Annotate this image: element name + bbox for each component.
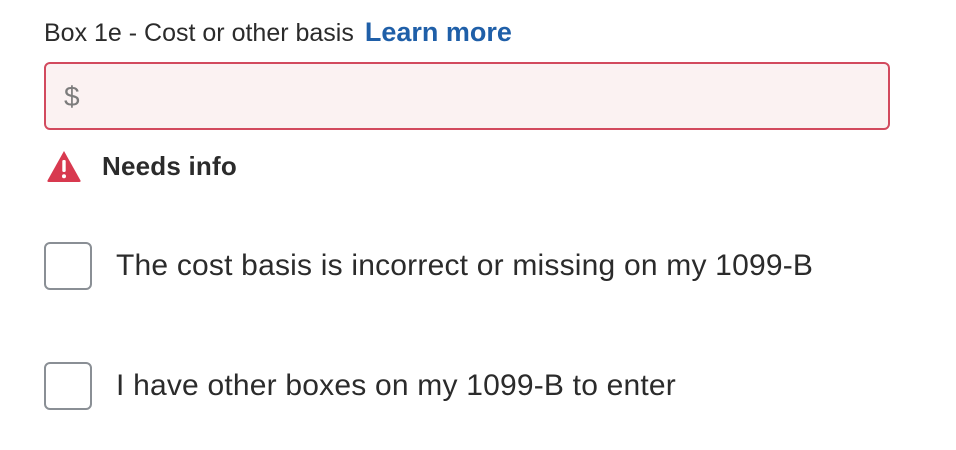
error-message-row: Needs info	[46, 148, 237, 184]
cost-basis-input-box[interactable]: $	[44, 62, 890, 130]
option-other-boxes[interactable]: I have other boxes on my 1099-B to enter	[44, 362, 676, 410]
learn-more-link[interactable]: Learn more	[365, 17, 512, 47]
field-label-row: Box 1e - Cost or other basis Learn more	[44, 14, 512, 51]
option-cost-basis-incorrect[interactable]: The cost basis is incorrect or missing o…	[44, 242, 813, 290]
checkbox-label: I have other boxes on my 1099-B to enter	[116, 369, 676, 402]
currency-symbol: $	[64, 81, 80, 112]
checkbox-cost-basis-incorrect[interactable]	[44, 242, 92, 290]
warning-triangle-icon	[46, 149, 82, 183]
checkbox-other-boxes[interactable]	[44, 362, 92, 410]
cost-basis-input[interactable]	[90, 64, 884, 130]
checkbox-label: The cost basis is incorrect or missing o…	[116, 249, 814, 282]
error-text: Needs info	[102, 150, 237, 181]
field-label: Box 1e - Cost or other basis	[44, 19, 354, 47]
